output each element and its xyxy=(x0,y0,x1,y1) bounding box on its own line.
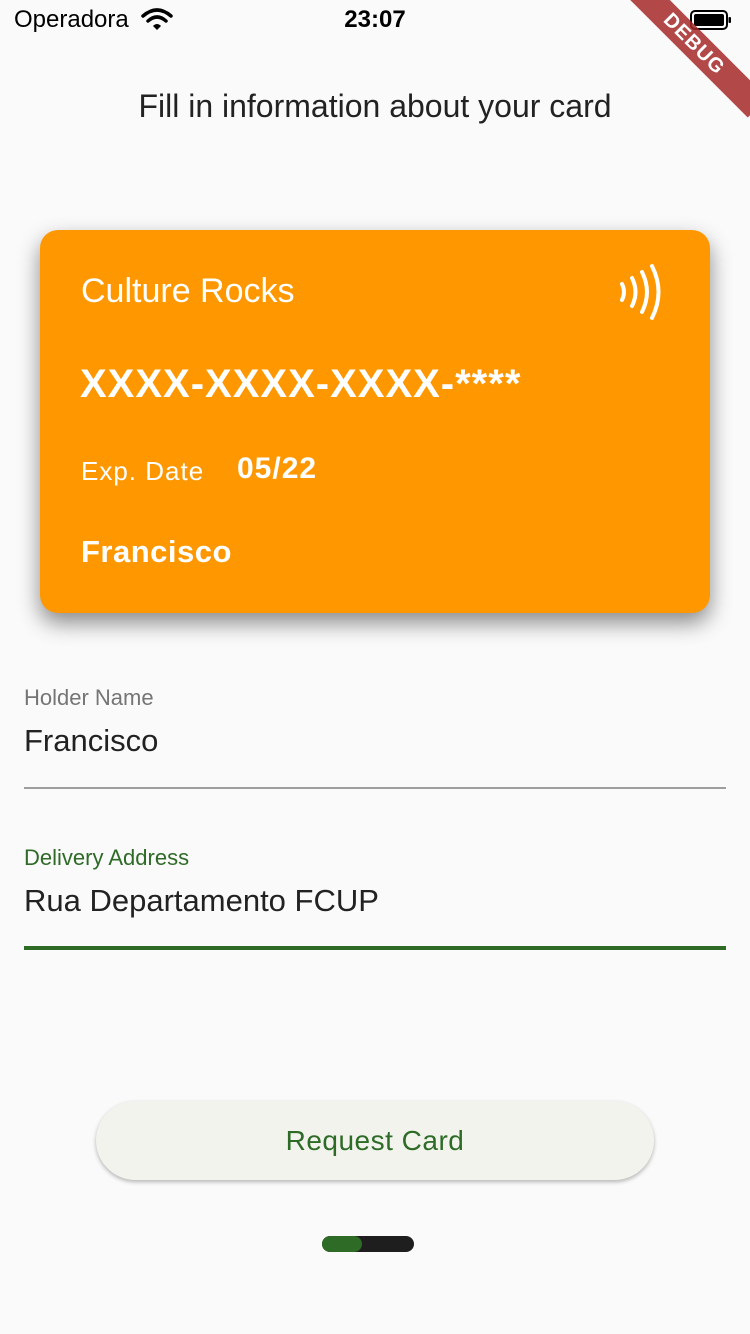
status-bar: Operadora 23:07 xyxy=(0,0,750,40)
contactless-icon xyxy=(620,264,661,320)
card-brand: Culture Rocks xyxy=(81,272,295,310)
page-indicator xyxy=(322,1236,414,1252)
holder-name-label: Holder Name xyxy=(24,685,154,710)
card-holder-name: Francisco xyxy=(81,534,232,569)
holder-name-input[interactable] xyxy=(24,723,726,759)
page-title: Fill in information about your card xyxy=(138,88,612,124)
battery-icon xyxy=(690,10,731,30)
delivery-address-underline xyxy=(24,946,726,950)
holder-name-field: Holder Name xyxy=(24,685,726,795)
delivery-address-field: Delivery Address xyxy=(24,845,726,955)
request-card-button[interactable]: Request Card xyxy=(96,1101,654,1180)
delivery-address-label: Delivery Address xyxy=(24,845,190,870)
card-number: XXXX-XXXX-XXXX-**** xyxy=(80,362,522,406)
holder-name-underline xyxy=(24,787,726,789)
page-indicator-progress xyxy=(322,1236,362,1252)
exp-date-label: Exp. Date xyxy=(81,456,205,486)
card-preview: Culture Rocks XXXX-XXXX-XXXX-**** Exp. D… xyxy=(40,230,710,613)
status-time: 23:07 xyxy=(344,6,406,33)
delivery-address-input[interactable] xyxy=(24,883,726,919)
exp-date-value: 05/22 xyxy=(237,452,318,485)
